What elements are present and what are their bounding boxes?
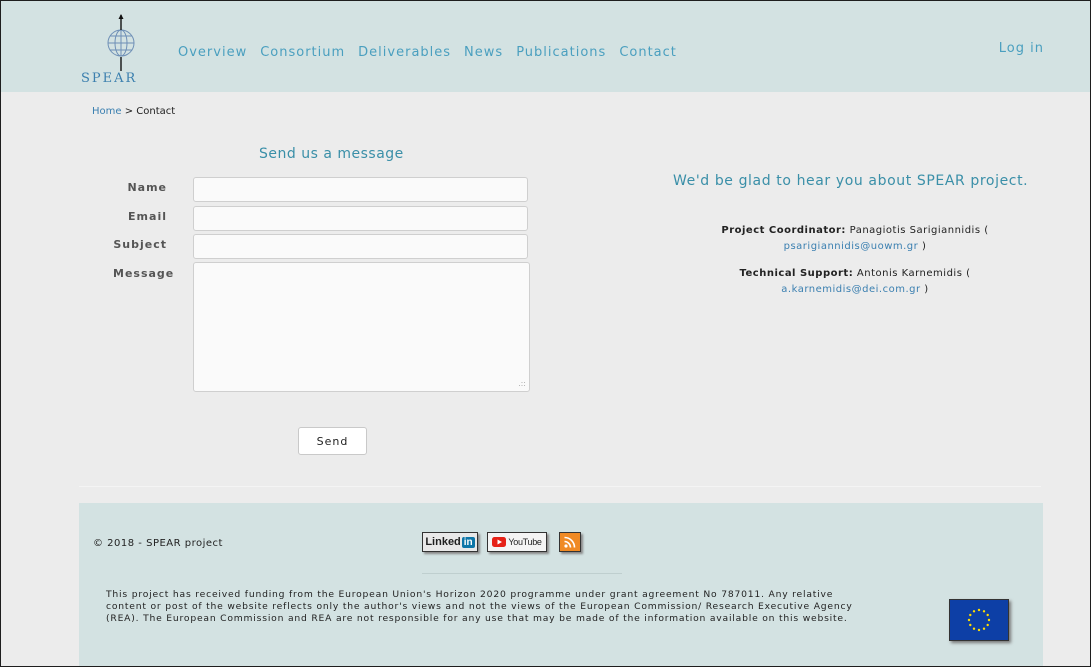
page-frame: SPEAR Overview Consortium Deliverables News… — [0, 0, 1091, 667]
youtube-text: YouTube — [508, 537, 542, 547]
rss-icon[interactable] — [559, 532, 581, 552]
breadcrumb-home[interactable]: Home — [92, 106, 122, 117]
form-title: Send us a message — [259, 146, 404, 162]
linkedin-icon[interactable]: Linked in — [422, 532, 478, 552]
copyright: © 2018 - SPEAR project — [93, 538, 223, 549]
coordinator-name: Panagiotis Sarigiannidis ( — [849, 225, 989, 236]
subject-label: Subject — [113, 238, 167, 251]
support-name: Antonis Karnemidis ( — [856, 268, 971, 279]
content-divider — [79, 486, 1041, 487]
nav-overview[interactable]: Overview — [178, 45, 247, 60]
breadcrumb-separator: > — [121, 106, 137, 117]
coordinator-info: Project Coordinator: Panagiotis Sarigian… — [673, 223, 1037, 255]
send-button[interactable]: Send — [298, 427, 367, 455]
support-email-link[interactable]: a.karnemidis@dei.com.gr — [781, 284, 920, 295]
header: SPEAR Overview Consortium Deliverables News… — [1, 1, 1090, 92]
coordinator-email-link[interactable]: psarigiannidis@uowm.gr — [784, 241, 919, 252]
support-info: Technical Support: Antonis Karnemidis ( … — [673, 266, 1037, 298]
subject-input[interactable] — [193, 234, 528, 259]
youtube-icon[interactable]: YouTube — [487, 532, 547, 552]
nav-contact[interactable]: Contact — [619, 45, 677, 60]
youtube-play-icon — [492, 537, 507, 547]
coordinator-label: Project Coordinator: — [721, 225, 846, 236]
support-label: Technical Support: — [739, 268, 854, 279]
footer-line — [422, 573, 622, 574]
email-label: Email — [128, 210, 167, 223]
message-label: Message — [113, 267, 175, 280]
glad-message: We'd be glad to hear you about SPEAR pro… — [673, 173, 1029, 189]
name-label: Name — [127, 181, 167, 194]
main-nav: Overview Consortium Deliverables News Public… — [178, 41, 690, 60]
resize-grip-icon[interactable]: .:: — [518, 379, 526, 388]
rss-glyph-icon — [564, 536, 576, 548]
nav-publications[interactable]: Publications — [516, 45, 606, 60]
nav-news[interactable]: News — [464, 45, 503, 60]
logo-text: SPEAR — [81, 71, 138, 86]
footer: © 2018 - SPEAR project Linked in YouTube … — [79, 503, 1043, 666]
coordinator-close: ) — [918, 241, 927, 252]
nav-deliverables[interactable]: Deliverables — [358, 45, 451, 60]
eu-flag-icon — [949, 599, 1009, 641]
linkedin-text: Linked — [425, 536, 461, 548]
spear-logo[interactable]: SPEAR — [81, 13, 163, 89]
nav-consortium[interactable]: Consortium — [260, 45, 345, 60]
message-textarea[interactable]: .:: — [193, 262, 530, 392]
breadcrumb: Home > Contact — [92, 106, 175, 117]
name-input[interactable] — [193, 177, 528, 202]
login-link[interactable]: Log in — [999, 41, 1044, 56]
email-input[interactable] — [193, 206, 528, 231]
globe-logo-icon — [107, 14, 135, 71]
support-close: ) — [920, 284, 929, 295]
funding-notice: This project has received funding from t… — [106, 589, 853, 624]
linkedin-in: in — [461, 536, 475, 548]
breadcrumb-current: Contact — [136, 106, 176, 117]
